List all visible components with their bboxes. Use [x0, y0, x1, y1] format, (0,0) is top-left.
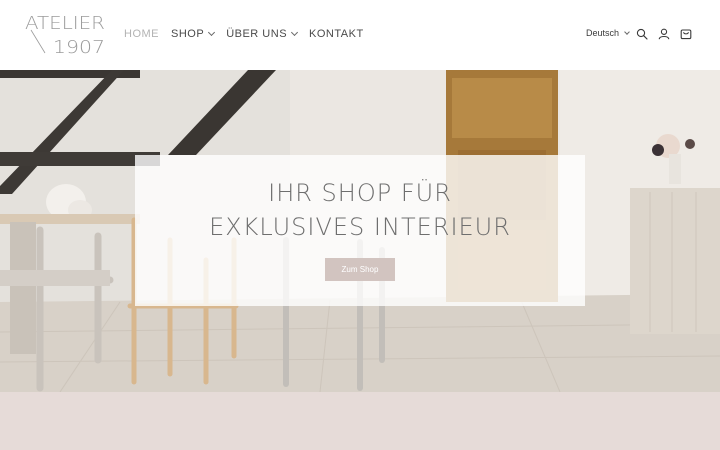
- chevron-down-icon: [290, 28, 299, 37]
- brand-logo-mark: ATELIER 1907: [25, 13, 105, 55]
- nav-item-label: KONTAKT: [309, 28, 364, 40]
- brand-logo[interactable]: ATELIER 1907: [25, 11, 107, 55]
- chevron-down-icon: [208, 28, 216, 37]
- brand-line2: 1907: [53, 37, 105, 55]
- hero-title-line1: IHR SHOP FÜR: [268, 179, 452, 207]
- chevron-down-icon: [624, 28, 630, 35]
- shop-cta-button[interactable]: Zum Shop: [325, 258, 395, 281]
- site-header: ATELIER 1907 HOME SHOP ÜBER UNS KONTAKT …: [0, 0, 720, 70]
- main-nav: HOME SHOP ÜBER UNS KONTAKT: [124, 26, 376, 42]
- cart-icon[interactable]: [680, 28, 692, 40]
- nav-item-label: HOME: [124, 28, 159, 40]
- hero-banner: IHR SHOP FÜR EXKLUSIVES INTERIEUR Zum Sh…: [0, 70, 720, 392]
- account-icon[interactable]: [658, 28, 670, 40]
- brand-line1: ATELIER: [25, 13, 105, 34]
- next-section-band: [0, 392, 720, 450]
- nav-item-label: SHOP: [171, 28, 205, 40]
- hero-title-line2: EXKLUSIVES INTERIEUR: [209, 213, 511, 241]
- nav-item-shop[interactable]: SHOP: [171, 28, 216, 40]
- nav-item-label: ÜBER UNS: [226, 28, 288, 40]
- language-label: Deutsch: [586, 28, 620, 38]
- search-icon[interactable]: [636, 28, 648, 40]
- nav-item-kontakt[interactable]: KONTAKT: [309, 28, 364, 40]
- nav-item-home[interactable]: HOME: [124, 28, 159, 40]
- language-selector[interactable]: Deutsch: [586, 28, 630, 38]
- hero-text-panel: IHR SHOP FÜR EXKLUSIVES INTERIEUR Zum Sh…: [135, 155, 585, 306]
- nav-item-ueber-uns[interactable]: ÜBER UNS: [226, 28, 299, 40]
